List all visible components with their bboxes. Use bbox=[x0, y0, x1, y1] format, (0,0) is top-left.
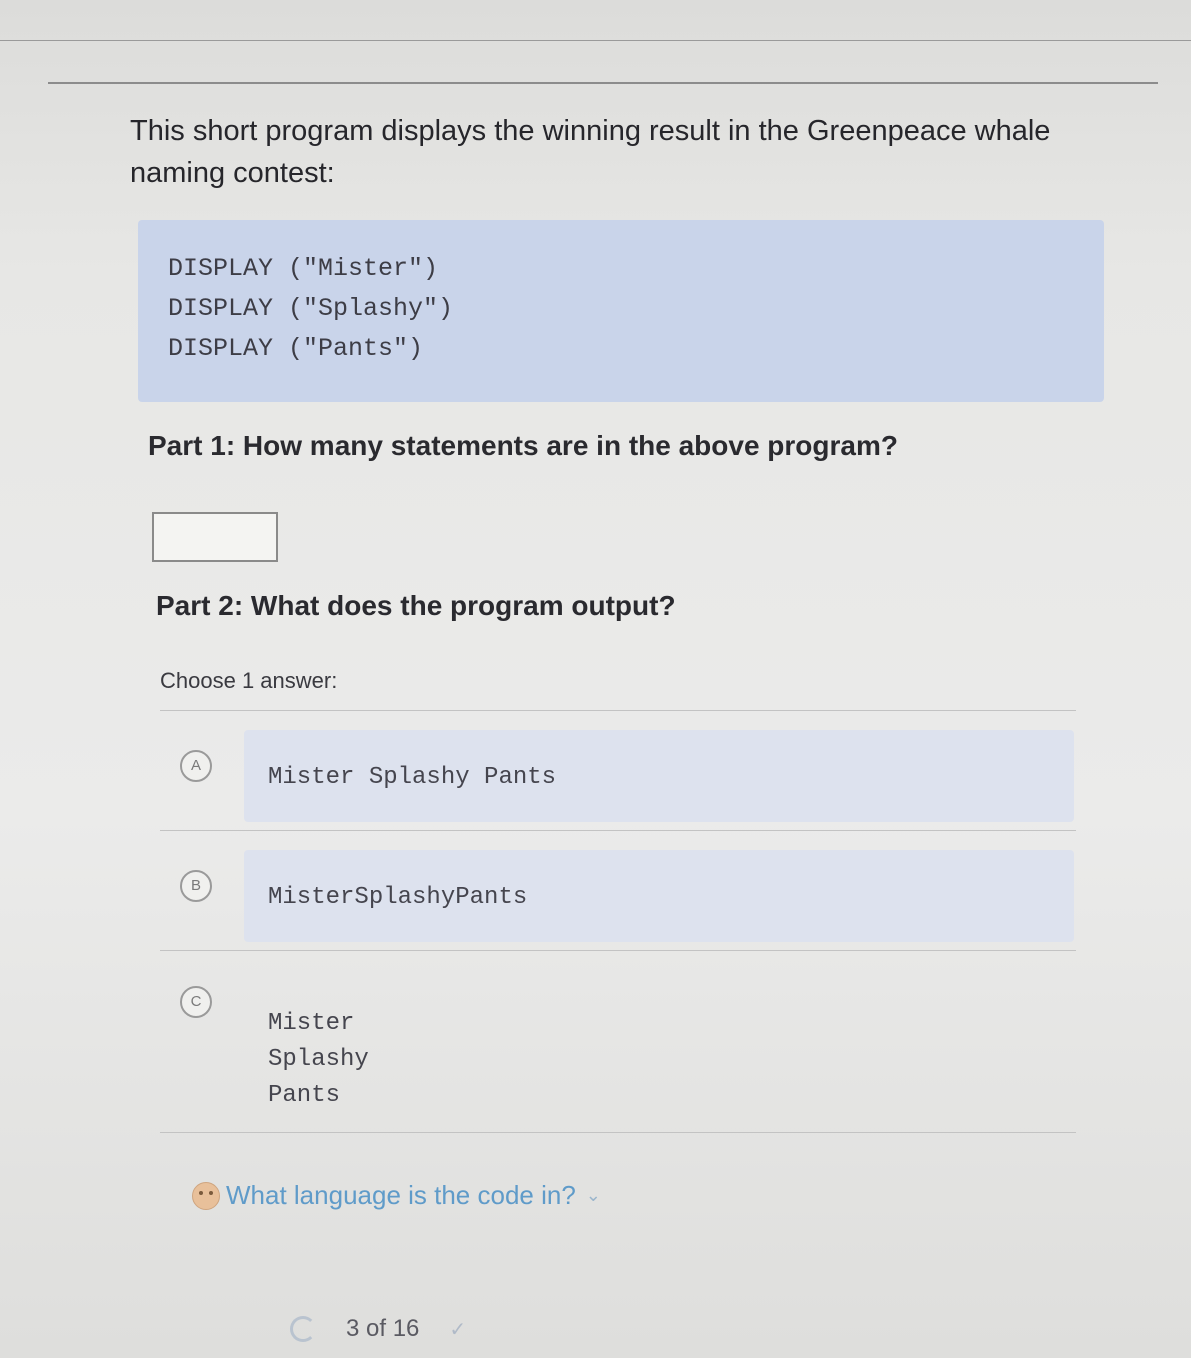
check-icon: ✓ bbox=[449, 1318, 467, 1341]
choice-a-radio[interactable]: A bbox=[180, 750, 212, 782]
part2-question: Part 2: What does the program output? bbox=[156, 590, 676, 621]
choice-c-text-line: Pants bbox=[268, 1082, 341, 1109]
hint-link[interactable]: What language is the code in? ⌄ bbox=[192, 1180, 601, 1211]
question-intro: This short program displays the winning … bbox=[130, 115, 1051, 189]
choice-c-body[interactable]: Mister Splashy Pants bbox=[244, 966, 1074, 1116]
choice-a-text: Mister Splashy Pants bbox=[268, 764, 557, 791]
choice-c-radio[interactable]: C bbox=[180, 986, 212, 1018]
choice-divider bbox=[160, 710, 1076, 711]
chevron-down-icon: ⌄ bbox=[585, 1185, 601, 1205]
part1-question: Part 1: How many statements are in the a… bbox=[148, 430, 898, 461]
reload-icon[interactable] bbox=[290, 1316, 316, 1342]
choice-b-text: MisterSplashyPants bbox=[268, 884, 528, 911]
exercise-footer: 3 of 16 ✓ bbox=[290, 1315, 466, 1343]
choice-a-body[interactable]: Mister Splashy Pants bbox=[244, 730, 1074, 822]
choice-c-text-line: Mister bbox=[268, 1010, 355, 1037]
choose-label: Choose 1 answer: bbox=[160, 668, 338, 693]
progress-indicator: 3 of 16 bbox=[346, 1315, 420, 1342]
choice-divider bbox=[160, 830, 1076, 831]
top-divider bbox=[0, 40, 1191, 41]
code-line: DISPLAY ("Mister") bbox=[168, 254, 439, 283]
code-block: DISPLAY ("Mister") DISPLAY ("Splashy") D… bbox=[138, 220, 1104, 402]
hint-face-icon bbox=[192, 1181, 220, 1210]
hint-text: What language is the code in? bbox=[226, 1180, 576, 1210]
code-line: DISPLAY ("Pants") bbox=[168, 334, 424, 363]
page: This short program displays the winning … bbox=[0, 0, 1191, 1358]
choice-divider bbox=[160, 1132, 1076, 1133]
choice-b-body[interactable]: MisterSplashyPants bbox=[244, 850, 1074, 942]
statement-count-input[interactable] bbox=[152, 512, 278, 562]
choice-c-text-line: Splashy bbox=[268, 1046, 369, 1073]
choice-divider bbox=[160, 950, 1076, 951]
header-divider bbox=[48, 82, 1158, 84]
choice-b-radio[interactable]: B bbox=[180, 870, 212, 902]
code-line: DISPLAY ("Splashy") bbox=[168, 294, 454, 323]
